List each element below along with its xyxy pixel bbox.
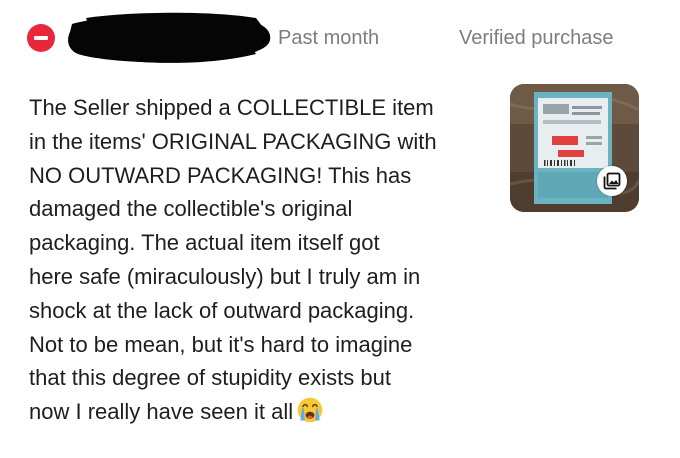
review-line: shock at the lack of outward packaging. xyxy=(29,297,415,323)
review-line: packaging. The actual item itself got xyxy=(29,230,380,256)
review-line: The Seller shipped a COLLECTIBLE item xyxy=(29,95,434,120)
minus-glyph xyxy=(34,36,48,40)
review-line-last: now I really have seen it all xyxy=(29,395,499,429)
review-card: Past month Verified purchase The Seller … xyxy=(0,0,680,458)
review-body: The Seller shipped a COLLECTIBLE item in… xyxy=(29,91,499,429)
review-line: Not to be mean, but it's hard to imagine xyxy=(29,331,413,357)
negative-rating-icon xyxy=(27,24,55,52)
review-line-text: now I really have seen it all xyxy=(29,399,294,425)
gallery-glyph xyxy=(603,172,621,190)
review-line: that this degree of stupidity exists but xyxy=(29,365,391,391)
review-line: in the items' ORIGINAL PACKAGING with xyxy=(29,128,437,154)
review-photo-thumbnail[interactable] xyxy=(510,84,639,212)
image-gallery-icon[interactable] xyxy=(597,166,627,196)
review-line: here safe (miraculously) but I truly am … xyxy=(29,263,421,289)
review-line: damaged the collectible's original xyxy=(29,196,353,222)
review-date: Past month xyxy=(278,27,380,49)
review-line: NO OUTWARD PACKAGING! This has xyxy=(29,162,412,188)
verified-purchase-badge: Verified purchase xyxy=(459,27,614,49)
redacted-username xyxy=(68,12,271,63)
crying-face-emoji xyxy=(297,397,323,423)
